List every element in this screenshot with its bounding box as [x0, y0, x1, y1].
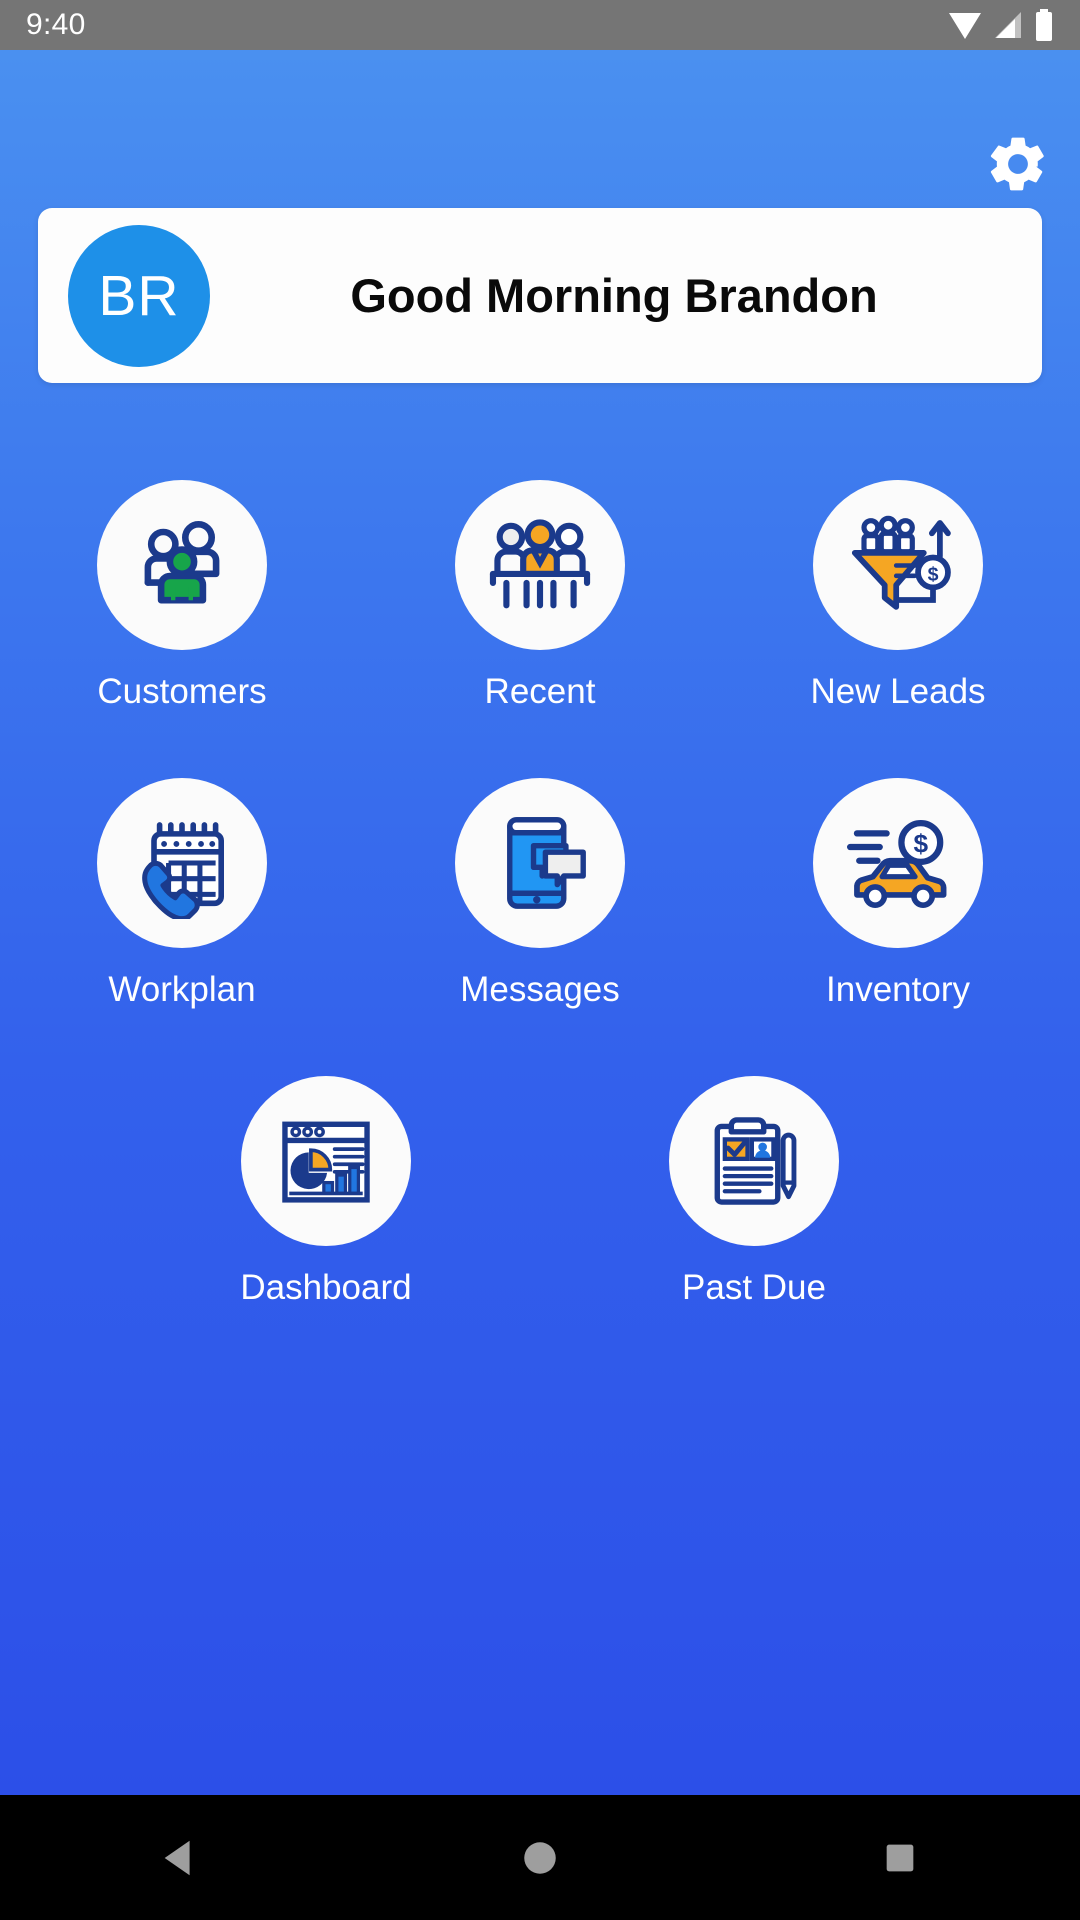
recents-button[interactable] [830, 1795, 970, 1920]
tile-label: New Leads [810, 672, 986, 711]
tile-icon-container [97, 480, 267, 650]
battery-icon [1036, 9, 1052, 41]
android-nav-bar [0, 1795, 1080, 1920]
phone-chat-icon [507, 817, 586, 909]
tile-label: Past Due [682, 1268, 826, 1307]
square-recents-icon [886, 1844, 914, 1871]
menu-grid: Customers Recent $ New Leads Workplan Me… [0, 480, 1080, 1374]
menu-row: Customers Recent $ New Leads [56, 480, 1024, 712]
tile-customers[interactable]: Customers [56, 480, 308, 712]
avatar-initials: BR [98, 263, 180, 328]
status-bar-icons [948, 9, 1054, 41]
settings-button[interactable] [982, 128, 1054, 200]
svg-text:$: $ [927, 563, 938, 585]
analytics-window-icon [282, 1121, 370, 1203]
avatar: BR [68, 224, 210, 367]
tile-dashboard[interactable]: Dashboard [200, 1076, 452, 1308]
tile-recent[interactable]: Recent [414, 480, 666, 712]
tile-icon-container [455, 480, 625, 650]
triangle-back-icon [164, 1840, 190, 1875]
clipboard-pen-icon [714, 1117, 797, 1205]
tile-messages[interactable]: Messages [414, 778, 666, 1010]
tile-icon-container: $ [813, 778, 983, 948]
sales-funnel-icon: $ [851, 515, 951, 610]
app-home-screen: BR Good Morning Brandon Customers Recent… [0, 50, 1080, 1795]
home-button[interactable] [470, 1795, 610, 1920]
tile-label: Inventory [826, 970, 970, 1009]
cell-signal-icon [995, 12, 1021, 38]
circle-home-icon [524, 1841, 556, 1874]
people-group-icon [144, 521, 220, 604]
tile-inventory[interactable]: $ Inventory [772, 778, 1024, 1010]
tile-icon-container [97, 778, 267, 948]
tile-label: Recent [484, 672, 596, 711]
tile-new-leads[interactable]: $ New Leads [772, 480, 1024, 712]
svg-text:$: $ [914, 829, 929, 859]
tile-label: Customers [97, 672, 267, 711]
tile-icon-container [241, 1076, 411, 1246]
greeting-card: BR Good Morning Brandon [38, 208, 1042, 383]
wifi-icon [949, 13, 981, 39]
tile-label: Dashboard [240, 1268, 412, 1307]
status-bar: 9:40 [0, 0, 1080, 50]
back-button[interactable] [110, 1795, 250, 1920]
gear-icon [990, 137, 1044, 191]
car-dollar-icon: $ [846, 819, 947, 909]
tile-label: Workplan [108, 970, 256, 1009]
greeting-message: Good Morning Brandon [350, 269, 878, 322]
calendar-phone-icon [142, 822, 225, 919]
menu-row: Workplan Messages $ Inventory [56, 778, 1024, 1010]
tile-icon-container: $ [813, 480, 983, 650]
meeting-table-icon [489, 519, 591, 609]
tile-label: Messages [460, 970, 620, 1009]
menu-row: Dashboard Past Due [56, 1076, 1024, 1308]
tile-icon-container [669, 1076, 839, 1246]
tile-icon-container [455, 778, 625, 948]
tile-past-due[interactable]: Past Due [628, 1076, 880, 1308]
tile-workplan[interactable]: Workplan [56, 778, 308, 1010]
status-bar-clock: 9:40 [26, 8, 86, 41]
